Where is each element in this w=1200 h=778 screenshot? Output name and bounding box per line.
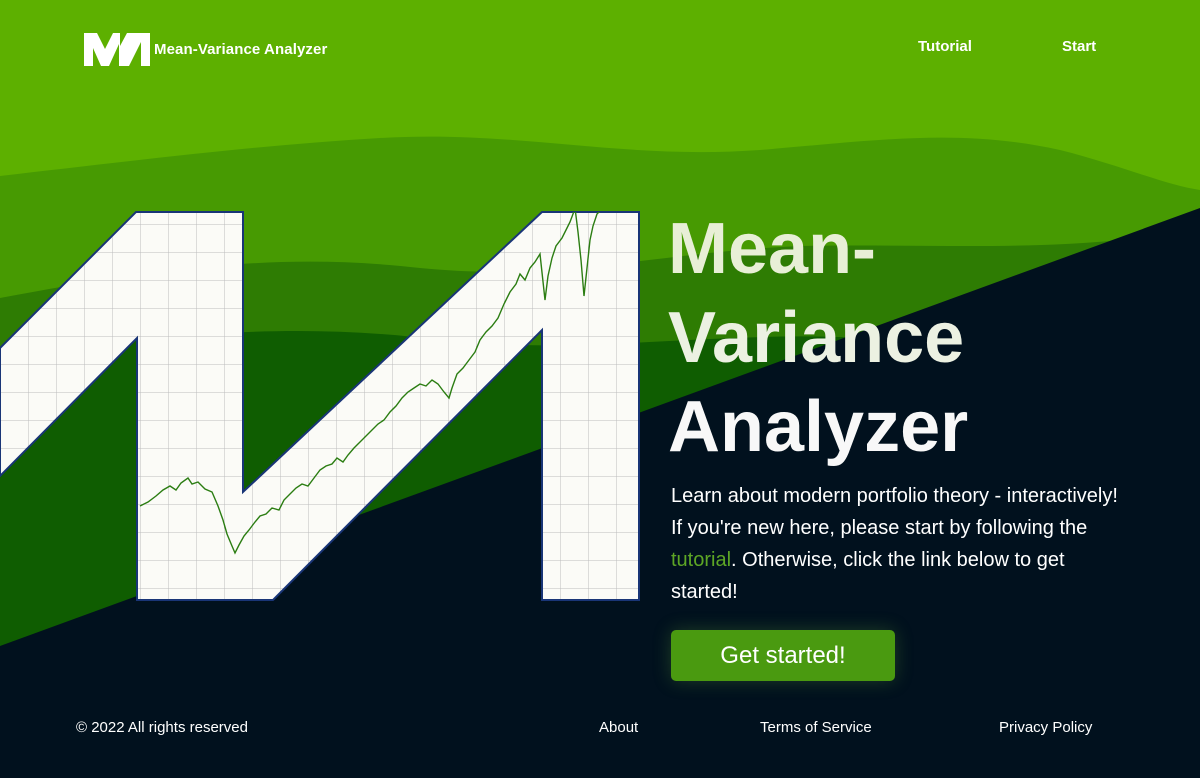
footer-privacy-link[interactable]: Privacy Policy bbox=[999, 719, 1092, 736]
hero-title: Mean- Variance Analyzer bbox=[668, 205, 1188, 472]
get-started-button[interactable]: Get started! bbox=[671, 630, 895, 681]
hero-intro-line: started! bbox=[671, 581, 738, 603]
hero-intro-text: . Otherwise, click the link below to get bbox=[731, 549, 1065, 571]
tutorial-inline-link[interactable]: tutorial bbox=[671, 549, 731, 571]
hero-title-line: Variance bbox=[668, 298, 965, 378]
footer-terms-link[interactable]: Terms of Service bbox=[760, 719, 872, 736]
hero-title-line: Mean- bbox=[668, 209, 877, 289]
footer-about-link[interactable]: About bbox=[599, 719, 638, 736]
landing-page: Mean-Variance Analyzer Tutorial Start Me… bbox=[0, 0, 1200, 778]
copyright-text: © 2022 All rights reserved bbox=[76, 719, 248, 736]
hero-title-line: Analyzer bbox=[668, 387, 969, 467]
hero-intro-line: Learn about modern portfolio theory - in… bbox=[671, 485, 1118, 507]
hero-intro: Learn about modern portfolio theory - in… bbox=[671, 480, 1171, 608]
hero-intro-line: If you're new here, please start by foll… bbox=[671, 517, 1088, 539]
